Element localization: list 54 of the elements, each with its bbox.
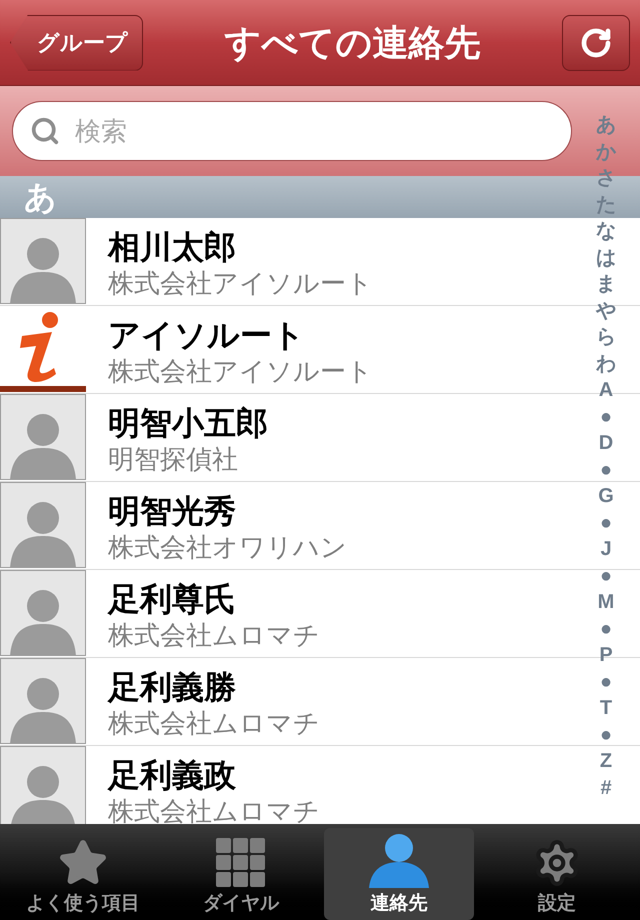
- keypad-icon: [216, 838, 266, 888]
- company-name: 株式会社ムロマチ: [108, 706, 320, 738]
- index-letter[interactable]: は: [596, 244, 616, 271]
- index-letter[interactable]: ●: [600, 616, 612, 642]
- search-icon: [30, 116, 60, 146]
- index-letter[interactable]: ●: [600, 668, 612, 695]
- index-letter[interactable]: #: [600, 774, 612, 801]
- index-letter[interactable]: Z: [600, 748, 612, 774]
- index-letter[interactable]: ●: [600, 510, 612, 536]
- company-name: 株式会社アイソルート: [108, 266, 373, 298]
- refresh-button[interactable]: [562, 14, 630, 70]
- contact-name: 明智小五郎: [108, 404, 268, 442]
- index-letter[interactable]: P: [599, 642, 613, 668]
- index-letter[interactable]: ●: [600, 404, 612, 430]
- index-letter[interactable]: J: [600, 536, 612, 562]
- contact-name: 相川太郎: [108, 228, 237, 266]
- index-letter[interactable]: ま: [596, 271, 616, 298]
- back-button[interactable]: グループ: [10, 14, 143, 70]
- index-letter[interactable]: M: [598, 589, 614, 616]
- avatar-icon: [0, 746, 86, 824]
- index-letter[interactable]: わ: [596, 350, 616, 377]
- contact-name: 足利義勝: [108, 668, 237, 706]
- index-letter[interactable]: ●: [600, 456, 612, 483]
- index-letter[interactable]: T: [600, 695, 612, 722]
- tab[interactable]: ダイヤル: [166, 828, 316, 920]
- index-letter[interactable]: ●: [600, 562, 612, 589]
- tab[interactable]: 連絡先: [324, 828, 474, 920]
- company-name: 株式会社オワリハン: [108, 530, 347, 562]
- tab[interactable]: よく使う項目: [8, 828, 158, 920]
- avatar-icon: [0, 394, 86, 480]
- contact-name: 明智光秀: [108, 492, 237, 530]
- avatar-icon: [0, 218, 86, 304]
- avatar-icon: [0, 482, 86, 568]
- company-name: 株式会社ムロマチ: [108, 794, 320, 824]
- contact-name: アイソルート: [108, 316, 306, 354]
- index-letter[interactable]: ら: [596, 324, 616, 350]
- index-letter[interactable]: D: [598, 430, 614, 456]
- tab[interactable]: 設定: [482, 828, 632, 920]
- index-letter[interactable]: ●: [600, 722, 612, 748]
- window-title: すべての連絡先: [224, 20, 480, 64]
- company-name: 株式会社アイソルート: [108, 354, 373, 386]
- company-name: 株式会社ムロマチ: [108, 618, 320, 650]
- index-letter[interactable]: G: [598, 483, 614, 510]
- index-letter[interactable]: や: [596, 298, 616, 324]
- index-letter[interactable]: な: [596, 218, 616, 244]
- person-icon: [367, 832, 431, 888]
- search-field[interactable]: 検索: [12, 101, 572, 161]
- refresh-icon: [580, 26, 612, 58]
- contact-name: 足利尊氏: [108, 580, 237, 618]
- index-letter[interactable]: A: [598, 377, 614, 404]
- contact-name: 足利義政: [108, 756, 237, 794]
- company-name: 明智探偵社: [108, 442, 239, 474]
- avatar-icon: [0, 570, 86, 656]
- avatar-icon: [0, 658, 86, 744]
